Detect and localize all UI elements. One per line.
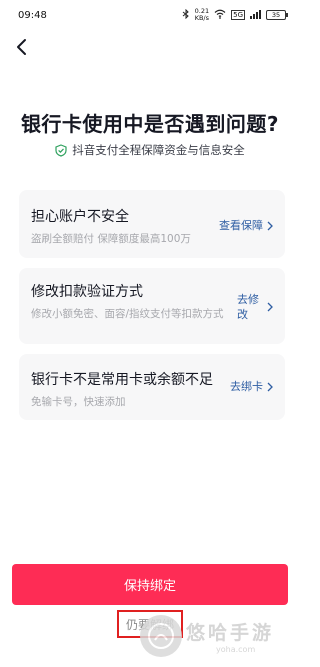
security-note: 抖音支付全程保障资金与信息安全	[0, 142, 300, 158]
watermark-text: 悠哈手游 yoha.com	[186, 618, 274, 654]
card-account-security[interactable]: 担心账户不安全 盗刷全额赔付 保障额度最高100万 查看保障	[19, 190, 285, 258]
status-bar: 09:48 0.21 KB/s 5G 35	[0, 0, 300, 30]
chevron-right-icon	[267, 382, 273, 391]
shield-check-icon	[55, 143, 67, 157]
card-bind-card[interactable]: 银行卡不是常用卡或余额不足 免输卡号，快速添加 去绑卡	[19, 354, 285, 420]
watermark-url: yoha.com	[216, 645, 256, 654]
modify-verification-link[interactable]: 去修改	[237, 292, 273, 322]
watermark-title: 悠哈手游	[186, 622, 275, 644]
card-text: 银行卡不是常用卡或余额不足 免输卡号，快速添加	[31, 369, 213, 410]
chevron-left-icon	[17, 39, 26, 55]
watermark: 悠哈手游 yoha.com	[140, 610, 298, 662]
network-type: 5G	[231, 10, 245, 20]
card-title: 银行卡不是常用卡或余额不足	[31, 372, 213, 388]
card-text: 担心账户不安全 盗刷全额赔付 保障额度最高100万	[31, 206, 191, 247]
bluetooth-icon	[182, 8, 190, 21]
page-title: 银行卡使用中是否遇到问题?	[20, 112, 280, 136]
card-desc: 免输卡号，快速添加	[31, 396, 126, 408]
watermark-logo-icon	[140, 615, 182, 657]
keep-binding-button[interactable]: 保持绑定	[12, 564, 288, 605]
chevron-right-icon	[267, 302, 273, 312]
bind-card-link[interactable]: 去绑卡	[230, 379, 273, 394]
view-protection-link[interactable]: 查看保障	[219, 218, 273, 233]
card-desc: 盗刷全额赔付 保障额度最高100万	[31, 233, 191, 245]
card-title: 修改扣款验证方式	[31, 284, 143, 300]
battery-icon: 35	[266, 10, 288, 20]
card-desc: 修改小额免密、面容/指纹支付等扣款方式	[31, 308, 224, 320]
action-label: 去修改	[237, 293, 259, 321]
action-label: 去绑卡	[230, 380, 263, 393]
network-speed: 0.21 KB/s	[195, 8, 209, 22]
card-payment-verification[interactable]: 修改扣款验证方式 修改小额免密、面容/指纹支付等扣款方式 去修改	[19, 268, 285, 344]
card-text: 修改扣款验证方式 修改小额免密、面容/指纹支付等扣款方式	[31, 281, 227, 322]
signal-icon	[250, 9, 261, 21]
status-icons: 0.21 KB/s 5G 35	[182, 8, 288, 22]
status-time: 09:48	[18, 9, 47, 21]
action-label: 查看保障	[219, 219, 263, 232]
wifi-icon	[214, 9, 226, 21]
speed-unit: KB/s	[194, 14, 210, 22]
chevron-right-icon	[267, 221, 273, 230]
security-note-text: 抖音支付全程保障资金与信息安全	[72, 143, 245, 157]
back-button[interactable]	[10, 36, 32, 58]
card-title: 担心账户不安全	[31, 209, 129, 225]
